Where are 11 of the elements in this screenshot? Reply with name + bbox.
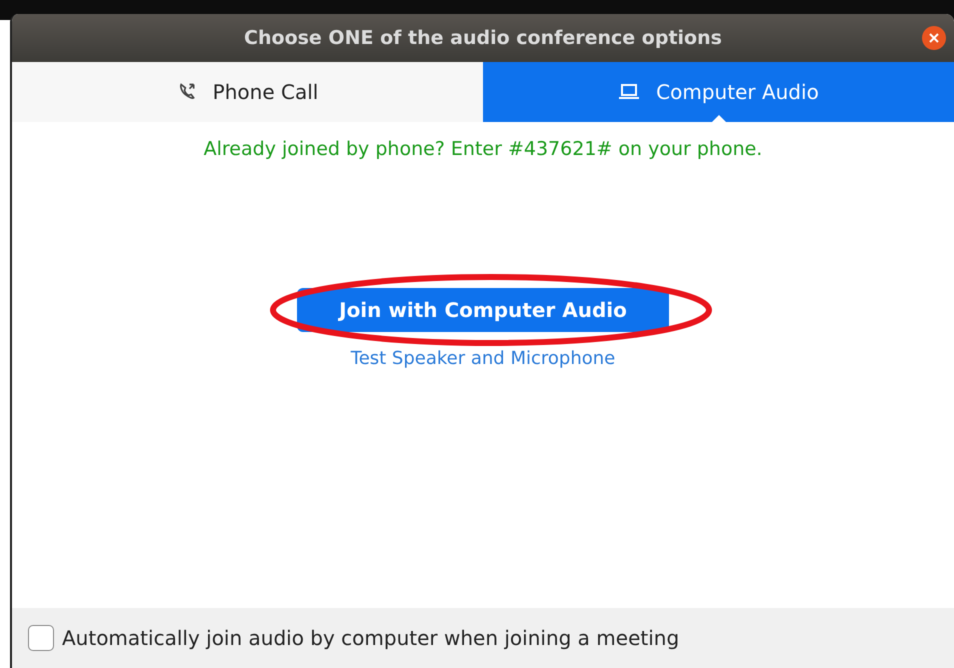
test-audio-link[interactable]: Test Speaker and Microphone [350,348,616,369]
close-icon [929,33,939,43]
tab-pointer [712,115,726,122]
checkbox[interactable] [28,625,54,651]
close-button[interactable] [922,26,946,50]
tab[interactable]: Phone Call [12,62,483,122]
laptop-icon [618,83,640,101]
window-title: Choose ONE of the audio conference options [244,27,722,49]
phone-notice: Already joined by phone? Enter #437621# on your phone. [204,138,762,160]
join-audio-button[interactable]: Join with Computer Audio [297,288,669,332]
tab[interactable]: Computer Audio [483,62,954,122]
